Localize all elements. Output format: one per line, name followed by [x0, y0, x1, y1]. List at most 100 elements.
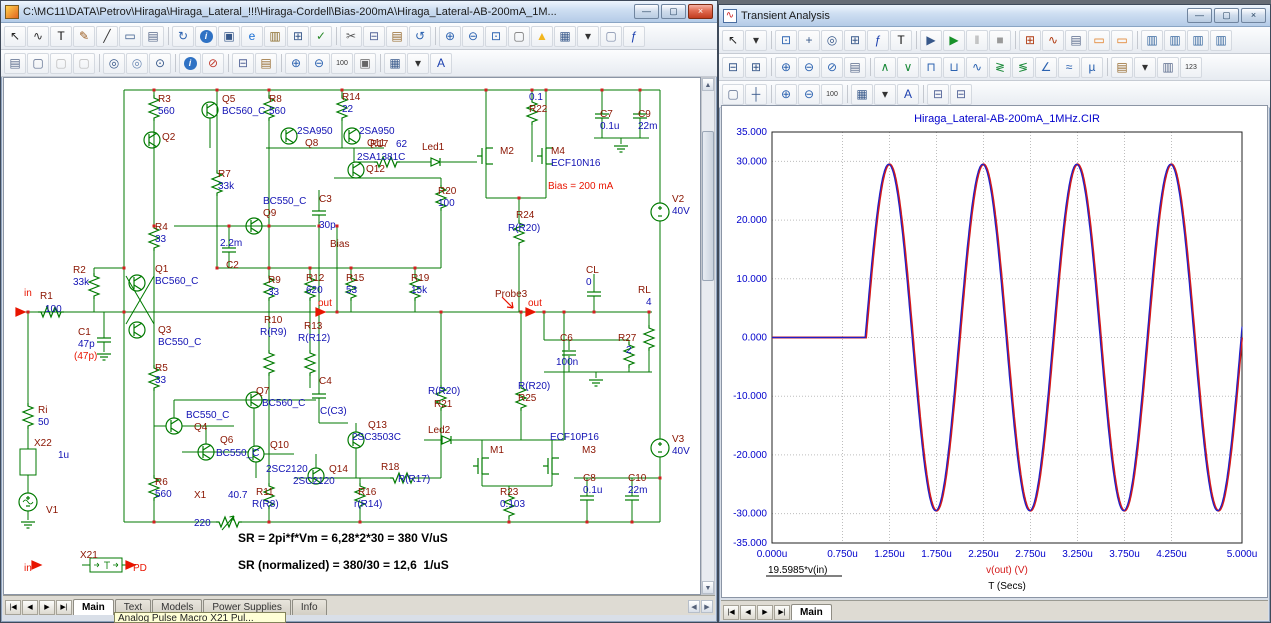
- properties-icon[interactable]: ▤: [4, 52, 26, 74]
- schematic-label[interactable]: R(R20): [518, 381, 550, 392]
- schematic-canvas[interactable]: R3 560 Q5 BC560_C Q2 R8 560 R14 22 2SA950 Q8 2SA950…: [3, 77, 701, 595]
- schematic-label[interactable]: X1: [194, 490, 206, 501]
- schematic-label[interactable]: Bias = 200 mA: [548, 181, 613, 192]
- schematic-label[interactable]: SR (normalized) = 380/30 = 12,6 1/uS: [238, 558, 449, 572]
- schematic-label[interactable]: 560: [158, 106, 175, 117]
- tab-nav-prev[interactable]: ◀: [740, 605, 756, 620]
- schematic-label[interactable]: out: [528, 298, 542, 309]
- slope-icon[interactable]: ∠: [1035, 56, 1057, 78]
- schematic-label[interactable]: R25: [518, 393, 536, 404]
- schematic-label[interactable]: Q12: [366, 164, 385, 175]
- tile-horizontal-icon[interactable]: ⊟: [722, 56, 744, 78]
- schematic-label[interactable]: 4: [646, 297, 652, 308]
- schematic-label[interactable]: Q4: [194, 422, 207, 433]
- find-next-icon[interactable]: ◎: [126, 52, 148, 74]
- image-icon[interactable]: ▣: [354, 52, 376, 74]
- cursor-mode-icon[interactable]: ◎: [821, 29, 843, 51]
- zoom-percent-icon[interactable]: 100: [331, 52, 353, 74]
- schematic-label[interactable]: 560: [269, 106, 286, 117]
- schematic-label[interactable]: in: [24, 288, 32, 299]
- pause-icon[interactable]: ‖: [966, 29, 988, 51]
- info-circle-icon[interactable]: i: [179, 52, 201, 74]
- schematic-label[interactable]: Led1: [422, 142, 444, 153]
- schematic-label[interactable]: 40.7: [228, 490, 247, 501]
- disabled-icon-2[interactable]: ▢: [73, 52, 95, 74]
- component-list-icon[interactable]: ⊞: [287, 25, 309, 47]
- tab-nav-prev[interactable]: ◀: [22, 600, 38, 615]
- schematic-label[interactable]: 220: [194, 518, 211, 529]
- stack-plots-icon-4[interactable]: ▥: [1210, 29, 1232, 51]
- schematic-label[interactable]: Q13: [368, 420, 387, 431]
- grid-icon[interactable]: ▦: [851, 83, 873, 105]
- global-low-icon[interactable]: ≶: [1012, 56, 1034, 78]
- schematic-label[interactable]: C9: [638, 109, 651, 120]
- minimize-button[interactable]: —: [634, 4, 659, 19]
- schematic-label[interactable]: C1: [78, 327, 91, 338]
- schematic-label[interactable]: 53: [346, 285, 357, 296]
- transient-analysis-window[interactable]: ∿ Transient Analysis — ▢ × ↖ ▾ ⊡ + ◎ ⊞ ƒ T ▶ ▶ ‖ ■ ⊞…: [718, 4, 1271, 623]
- tab-main[interactable]: Main: [73, 599, 114, 615]
- tab-info[interactable]: Info: [291, 599, 327, 615]
- zoom-window-icon[interactable]: ⊡: [485, 25, 507, 47]
- schematic-label[interactable]: in: [24, 563, 32, 574]
- peak-icon[interactable]: ∧: [874, 56, 896, 78]
- schematic-label[interactable]: R(R20): [428, 386, 460, 397]
- schematic-label[interactable]: Q5: [222, 94, 235, 105]
- zoom-out-icon[interactable]: ⊖: [798, 56, 820, 78]
- schematic-label[interactable]: R27: [618, 333, 636, 344]
- schematic-label[interactable]: V1: [46, 505, 58, 516]
- schematic-label[interactable]: Q3: [158, 325, 171, 336]
- tab-nav-first[interactable]: |◀: [723, 605, 739, 620]
- schematic-label[interactable]: 30p: [319, 220, 336, 231]
- schematic-label[interactable]: C10: [628, 473, 646, 484]
- web-icon[interactable]: e: [241, 25, 263, 47]
- select-region-icon[interactable]: ▢: [722, 83, 744, 105]
- scale-mode-icon[interactable]: ⊞: [844, 29, 866, 51]
- schematic-label[interactable]: 0.1u: [600, 121, 619, 132]
- dropdown-icon[interactable]: ▾: [577, 25, 599, 47]
- print-icon[interactable]: ▤: [142, 25, 164, 47]
- tab-nav-last[interactable]: ▶|: [774, 605, 790, 620]
- schematic-label[interactable]: R8: [269, 94, 282, 105]
- pencil-tool[interactable]: ✎: [73, 25, 95, 47]
- stack-plots-icon-3[interactable]: ▥: [1187, 29, 1209, 51]
- valley-icon[interactable]: ∨: [897, 56, 919, 78]
- schematic-label[interactable]: R7: [218, 169, 231, 180]
- zoom-out-icon[interactable]: ⊖: [798, 83, 820, 105]
- schematic-label[interactable]: 22m: [638, 121, 657, 132]
- font-icon[interactable]: A: [430, 52, 452, 74]
- schematic-label[interactable]: 15k: [411, 285, 427, 296]
- watch-icon[interactable]: ▭: [1088, 29, 1110, 51]
- grid-options-icon[interactable]: ▦: [384, 52, 406, 74]
- schematic-label[interactable]: R23: [500, 487, 518, 498]
- schematic-label[interactable]: R24: [516, 210, 534, 221]
- tab-main[interactable]: Main: [791, 604, 832, 620]
- vertical-scrollbar[interactable]: ▲ ▼: [701, 77, 715, 595]
- schematic-label[interactable]: C6: [560, 333, 573, 344]
- schematic-label[interactable]: 2: [626, 345, 632, 356]
- zoom-in-icon[interactable]: ⊕: [775, 56, 797, 78]
- scroll-left-icon[interactable]: ◀: [688, 600, 700, 613]
- schematic-label[interactable]: RL: [638, 285, 651, 296]
- zoom-out-icon[interactable]: ⊖: [462, 25, 484, 47]
- schematic-label[interactable]: R(R9): [260, 327, 287, 338]
- scroll-up-icon[interactable]: ▲: [702, 78, 714, 91]
- select-tool[interactable]: ↖: [722, 29, 744, 51]
- vertical-scroll-thumb[interactable]: [702, 131, 714, 281]
- schematic-label[interactable]: BC550_C: [158, 337, 201, 348]
- schematic-label[interactable]: 33: [268, 287, 279, 298]
- copy-page-icon[interactable]: ⊟: [950, 83, 972, 105]
- breakpoint-icon[interactable]: ▭: [1111, 29, 1133, 51]
- text-tool[interactable]: T: [50, 25, 72, 47]
- global-high-icon[interactable]: ≷: [989, 56, 1011, 78]
- pan-icon[interactable]: +: [798, 29, 820, 51]
- copy-plot-icon[interactable]: ⊟: [927, 83, 949, 105]
- schematic-label[interactable]: Q9: [263, 208, 276, 219]
- schematic-label[interactable]: 560: [155, 489, 172, 500]
- schematic-label[interactable]: R21: [434, 399, 452, 410]
- new-file-icon[interactable]: ▢: [600, 25, 622, 47]
- tab-nav-next[interactable]: ▶: [757, 605, 773, 620]
- grid-dropdown-icon[interactable]: ▾: [407, 52, 429, 74]
- select-region-icon[interactable]: ▢: [27, 52, 49, 74]
- schematic-label[interactable]: 0.103: [500, 499, 525, 510]
